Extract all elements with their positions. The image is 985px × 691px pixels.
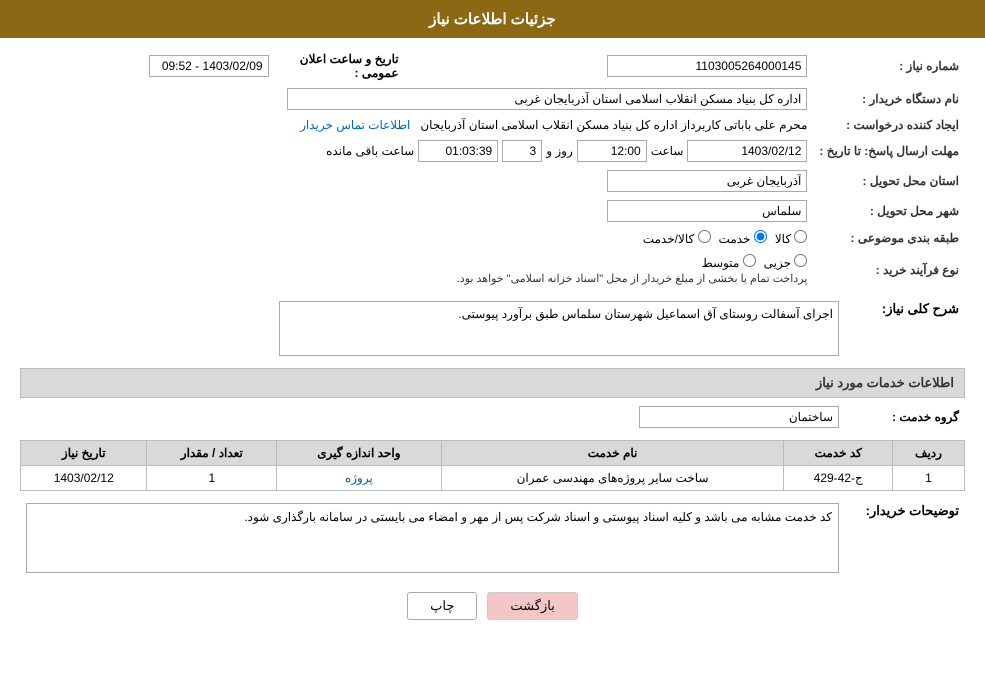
vahed-link[interactable]: پروژه — [345, 471, 373, 485]
goroh-input[interactable] — [639, 406, 839, 428]
col-tedad: تعداد / مقدار — [147, 441, 277, 466]
sharh-box: اجرای آسفالت روستای آق اسماعیل شهرستان س… — [279, 301, 839, 356]
shomare-niaz-input[interactable] — [607, 55, 807, 77]
mohlat-date-input[interactable] — [687, 140, 807, 162]
cell-naam: ساخت سایر پروژه‌های مهندسی عمران — [441, 466, 784, 491]
col-tarikh: تاریخ نیاز — [21, 441, 147, 466]
name-dastgah-input[interactable] — [287, 88, 807, 110]
shahr-label: شهر محل تحویل : — [813, 196, 965, 226]
name-dastgah-label: نام دستگاه خریدار : — [813, 84, 965, 114]
nooe-farayand-note: پرداخت تمام یا بخشی از مبلغ خریدار از مح… — [26, 272, 807, 285]
mohlat-rooz-label: روز و — [546, 144, 573, 158]
mohlat-baqi-label: ساعت باقی مانده — [326, 144, 414, 158]
ostan-label: استان محل تحویل : — [813, 166, 965, 196]
mohlat-saat-input[interactable] — [577, 140, 647, 162]
back-button[interactable]: بازگشت — [487, 592, 577, 620]
tabaghe-options: کالا خدمت کالا/خدمت — [20, 226, 813, 250]
tarikh-input[interactable] — [149, 55, 269, 77]
ijad-link[interactable]: اطلاعات تماس خریدار — [300, 118, 410, 132]
tabaghe-label: طبقه بندی موضوعی : — [813, 226, 965, 250]
mohlat-row: ساعت روز و ساعت باقی مانده — [20, 136, 813, 166]
nooe-farayand-label: نوع فرآیند خرید : — [813, 250, 965, 289]
print-button[interactable]: چاپ — [407, 592, 477, 620]
cell-tarikh: 1403/02/12 — [21, 466, 147, 491]
name-dastgah-value — [20, 84, 813, 114]
tozihat-label: توضیحات خریدار: — [845, 499, 965, 577]
ijad-value: محرم علی باباتی کاربرداز اداره کل بنیاد … — [420, 118, 807, 132]
sharh-label: شرح کلی نیاز: — [845, 297, 965, 360]
ostan-input[interactable] — [607, 170, 807, 192]
col-naam: نام خدمت — [441, 441, 784, 466]
tarikh-label: تاریخ و ساعت اعلان عمومی : — [275, 48, 405, 84]
cell-tedad: 1 — [147, 466, 277, 491]
shomare-niaz-label: شماره نیاز : — [813, 48, 965, 84]
shahr-value — [20, 196, 813, 226]
button-row: بازگشت چاپ — [20, 592, 965, 620]
col-kod: کد خدمت — [784, 441, 893, 466]
goroh-label: گروه خدمت : — [845, 402, 965, 432]
shomare-niaz-value — [405, 48, 814, 84]
mohlat-baqi-input[interactable] — [418, 140, 498, 162]
cell-vahed: پروژه — [277, 466, 441, 491]
col-radif: ردیف — [892, 441, 964, 466]
cell-kod: ج-42-429 — [784, 466, 893, 491]
tozihat-value: کد خدمت مشابه می باشد و کلیه اسناد پیوست… — [20, 499, 845, 577]
khadamat-section-header: اطلاعات خدمات مورد نیاز — [20, 368, 965, 398]
tarikh-value — [20, 48, 275, 84]
goroh-value — [20, 402, 845, 432]
table-row: 1 ج-42-429 ساخت سایر پروژه‌های مهندسی عم… — [21, 466, 965, 491]
page-header: جزئیات اطلاعات نیاز — [0, 0, 985, 38]
nooe-farayand-options: جزیی متوسط پرداخت تمام یا بخشی از مبلغ خ… — [20, 250, 813, 289]
page-title: جزئیات اطلاعات نیاز — [429, 11, 556, 28]
ostan-value — [20, 166, 813, 196]
mohlat-saat-label: ساعت — [651, 144, 684, 158]
cell-radif: 1 — [892, 466, 964, 491]
tabaghe-kala-khedmat[interactable]: کالا/خدمت — [643, 230, 711, 246]
mohlat-rooz-input[interactable] — [502, 140, 542, 162]
nooe-motovaset[interactable]: متوسط — [702, 254, 756, 270]
col-vahed: واحد اندازه گیری — [277, 441, 441, 466]
shahr-input[interactable] — [607, 200, 807, 222]
tozihat-box: کد خدمت مشابه می باشد و کلیه اسناد پیوست… — [26, 503, 839, 573]
tabaghe-kala[interactable]: کالا — [775, 230, 808, 246]
services-table: ردیف کد خدمت نام خدمت واحد اندازه گیری ت… — [20, 440, 965, 491]
mohlat-label: مهلت ارسال پاسخ: تا تاریخ : — [813, 136, 965, 166]
nooe-jozi[interactable]: جزیی — [764, 254, 808, 270]
ijad-label: ایجاد کننده درخواست : — [813, 114, 965, 136]
tabaghe-khedmat[interactable]: خدمت — [719, 230, 767, 246]
sharh-value: اجرای آسفالت روستای آق اسماعیل شهرستان س… — [20, 297, 845, 360]
